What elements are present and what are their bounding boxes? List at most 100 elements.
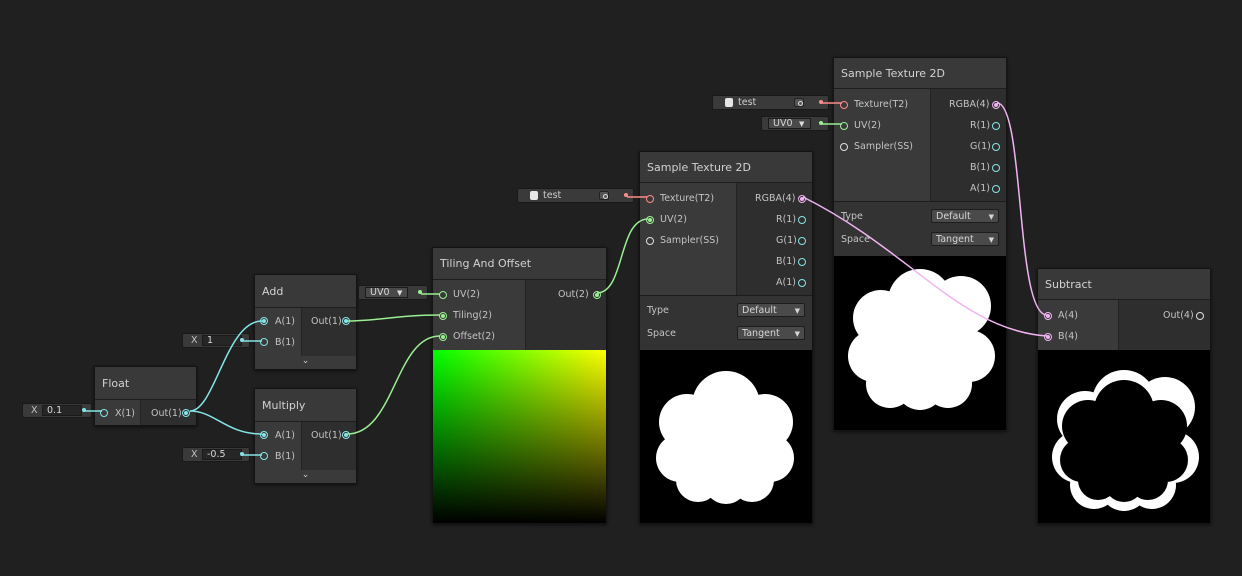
- multiply-b-value[interactable]: -0.5: [202, 449, 242, 460]
- add-b-port[interactable]: [260, 338, 268, 346]
- add-b-value[interactable]: 1: [202, 335, 242, 346]
- texture-name-1[interactable]: test: [543, 189, 561, 202]
- tiling-and-offset-node[interactable]: Tiling And Offset UV(2) Tiling(2) Offset…: [432, 247, 607, 524]
- add-out-port[interactable]: [342, 317, 350, 325]
- tiling-uv-port[interactable]: [439, 291, 447, 299]
- sample2-space-dropdown[interactable]: Tangent ▼: [931, 232, 999, 246]
- sample2-space-label: Space: [841, 234, 870, 245]
- multiply-node[interactable]: Multiply A(1) B(1) Out(1) ⌄: [254, 388, 357, 484]
- target-icon[interactable]: [794, 98, 804, 107]
- subtract-node[interactable]: Subtract A(4) B(4) Out(4): [1037, 268, 1211, 524]
- sample1-preview-image: [640, 350, 812, 523]
- sample1-type-dropdown[interactable]: Default ▼: [737, 303, 805, 317]
- sample2-g-label: G(1): [970, 141, 991, 152]
- sample2-a-label: A(1): [970, 183, 990, 194]
- float-node-title[interactable]: Float: [95, 367, 196, 400]
- sample1-r-port[interactable]: [798, 216, 806, 224]
- sample1-space-dropdown[interactable]: Tangent ▼: [737, 326, 805, 340]
- sample1-node-title[interactable]: Sample Texture 2D: [640, 152, 812, 183]
- sample1-uv-port[interactable]: [646, 216, 654, 224]
- target-icon[interactable]: [599, 191, 609, 200]
- uv-channel-value-2[interactable]: UV0: [768, 118, 811, 129]
- sample-texture-node-2[interactable]: Sample Texture 2D Texture(T2) UV(2) Samp…: [833, 57, 1007, 431]
- x-label: X: [31, 405, 38, 416]
- subtract-out-port[interactable]: [1196, 312, 1204, 320]
- multiply-collapse-bar[interactable]: ⌄: [255, 470, 356, 483]
- sample2-g-port[interactable]: [992, 143, 1000, 151]
- sample2-settings: Type Default ▼ Space Tangent ▼: [834, 201, 1006, 257]
- pill-port-dot: [82, 408, 86, 412]
- sample1-a-port[interactable]: [798, 279, 806, 287]
- sample2-texture-port[interactable]: [840, 101, 848, 109]
- sample2-sampler-label: Sampler(SS): [854, 141, 913, 152]
- sample1-b-port[interactable]: [798, 258, 806, 266]
- subtract-node-title[interactable]: Subtract: [1038, 269, 1210, 300]
- sample-texture-node-1[interactable]: Sample Texture 2D Texture(T2) UV(2) Samp…: [639, 151, 813, 524]
- sample2-b-label: B(1): [970, 162, 990, 173]
- uv-channel-dropdown-2[interactable]: UV0 ▼: [761, 116, 829, 131]
- add-node[interactable]: Add A(1) B(1) Out(1) ⌄: [254, 274, 357, 370]
- multiply-b-input[interactable]: X -0.5: [182, 447, 250, 462]
- sample1-rgba-port[interactable]: [798, 195, 806, 203]
- texture-field-2[interactable]: test: [712, 95, 829, 110]
- tiling-tiling-port[interactable]: [439, 312, 447, 320]
- tiling-out-port[interactable]: [593, 291, 601, 299]
- subtract-a-port[interactable]: [1044, 312, 1052, 320]
- sample1-sampler-port[interactable]: [646, 237, 654, 245]
- sample1-r-label: R(1): [776, 214, 797, 225]
- sample2-space-value: Tangent: [936, 234, 974, 245]
- pill-port-dot: [819, 121, 823, 125]
- sample2-b-port[interactable]: [992, 164, 1000, 172]
- multiply-out-port[interactable]: [342, 431, 350, 439]
- wire-multiply-to-offset: [346, 335, 441, 435]
- tiling-offset-port[interactable]: [439, 333, 447, 341]
- sample2-uv-port[interactable]: [840, 122, 848, 130]
- sample1-rgba-label: RGBA(4): [755, 193, 796, 204]
- multiply-a-port[interactable]: [260, 431, 268, 439]
- sample1-g-port[interactable]: [798, 237, 806, 245]
- subtract-b-port[interactable]: [1044, 333, 1052, 341]
- subtract-preview-image: [1038, 350, 1210, 523]
- float-x-label: X(1): [115, 408, 135, 419]
- float-x-input[interactable]: X 0.1: [22, 403, 92, 418]
- chevron-down-icon[interactable]: ⌄: [302, 470, 310, 480]
- float-x-port[interactable]: [100, 409, 108, 417]
- texture-name-2[interactable]: test: [738, 96, 756, 109]
- triangle-down-icon: ▼: [988, 236, 994, 244]
- float-node[interactable]: Float X(1) Out(1): [94, 366, 197, 426]
- uv-channel-dropdown-1[interactable]: UV0 ▼: [358, 285, 428, 300]
- subtract-b-label: B(4): [1058, 331, 1078, 342]
- sample2-type-label: Type: [841, 211, 863, 222]
- add-a-label: A(1): [275, 316, 295, 327]
- sample2-type-value: Default: [936, 211, 971, 222]
- float-out-port[interactable]: [182, 409, 190, 417]
- float-x-value[interactable]: 0.1: [42, 405, 82, 416]
- sample2-a-port[interactable]: [992, 185, 1000, 193]
- sample1-b-label: B(1): [776, 256, 796, 267]
- tiling-node-title[interactable]: Tiling And Offset: [433, 248, 606, 280]
- sample1-type-value: Default: [742, 305, 777, 316]
- sample1-g-label: G(1): [776, 235, 797, 246]
- add-node-title[interactable]: Add: [255, 275, 356, 308]
- sample1-texture-port[interactable]: [646, 195, 654, 203]
- add-collapse-bar[interactable]: ⌄: [255, 356, 356, 369]
- texture-field-1[interactable]: test: [517, 188, 634, 203]
- sample2-sampler-port[interactable]: [840, 143, 848, 151]
- wire-add-to-tiling: [346, 314, 441, 322]
- multiply-node-title[interactable]: Multiply: [255, 389, 356, 422]
- multiply-b-port[interactable]: [260, 452, 268, 460]
- sample2-rgba-label: RGBA(4): [949, 99, 990, 110]
- add-b-input[interactable]: X 1: [182, 333, 250, 348]
- x-label: X: [191, 335, 198, 346]
- sample2-type-dropdown[interactable]: Default ▼: [931, 209, 999, 223]
- sample2-r-port[interactable]: [992, 122, 1000, 130]
- tiling-tiling-label: Tiling(2): [453, 310, 492, 321]
- sample2-rgba-port[interactable]: [992, 101, 1000, 109]
- chevron-down-icon[interactable]: ⌄: [302, 356, 310, 366]
- add-a-port[interactable]: [260, 317, 268, 325]
- sample2-node-title[interactable]: Sample Texture 2D: [834, 58, 1006, 89]
- pill-port-dot: [418, 290, 422, 294]
- sample2-texture-label: Texture(T2): [854, 99, 909, 110]
- texture-icon: [530, 191, 538, 200]
- add-out-label: Out(1): [311, 316, 342, 327]
